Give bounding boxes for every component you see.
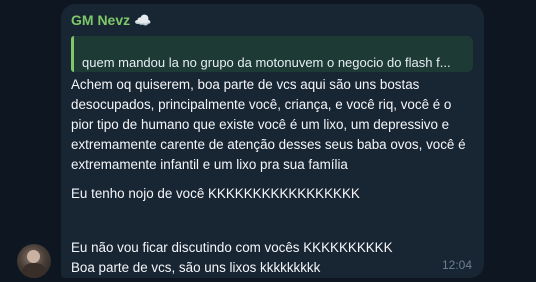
avatar[interactable] [17,244,51,278]
sender-name-text: GM Nevz [71,12,131,28]
cloud-icon: ☁️ [134,12,152,28]
message-bubble[interactable]: GM Nevz ☁️ quem mandou la no grupo da mot… [61,4,484,278]
message-text: Eu não vou ficar discutindo com vocês KK… [71,240,393,275]
sender-name[interactable]: GM Nevz ☁️ [71,12,152,29]
message-paragraph-2: Eu tenho nojo de você KKKKKKKKKKKKKKKKK [71,184,477,204]
message-text: Achem oq quiserem, boa parte de vcs aqui… [71,77,466,172]
reply-preview[interactable]: quem mandou la no grupo da motonuvem o n… [71,36,473,72]
avatar-body [22,263,46,278]
message-text: Eu tenho nojo de você KKKKKKKKKKKKKKKKK [71,186,360,201]
message-timestamp: 12:04 [441,258,472,272]
message-paragraph-3: Eu não vou ficar discutindo com vocês KK… [71,238,411,278]
reply-preview-text: quem mandou la no grupo da motonuvem o n… [82,55,451,70]
message-paragraph-1: Achem oq quiserem, boa parte de vcs aqui… [71,75,477,175]
avatar-head [27,250,40,263]
